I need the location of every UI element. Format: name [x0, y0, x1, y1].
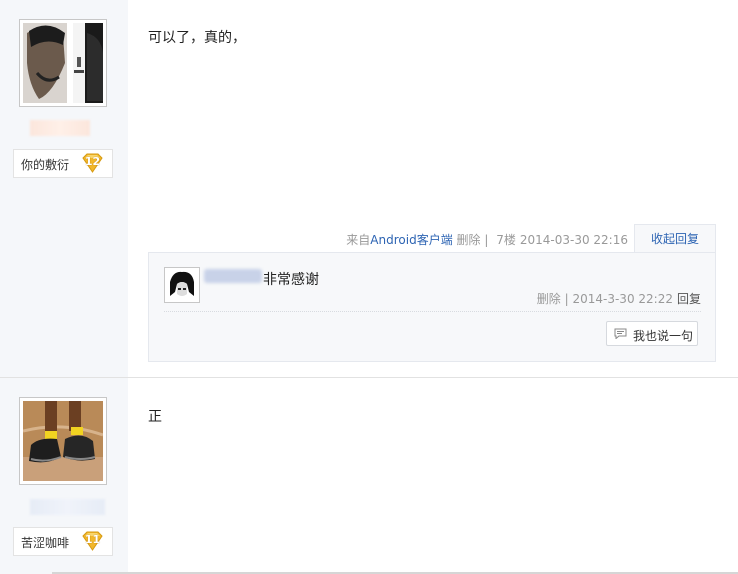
author-name-blurred[interactable] — [30, 120, 90, 136]
reply-box: 非常感谢 删除 | 2014-3-30 22:22 回复 我也说一句 — [148, 252, 716, 362]
avatar-image — [23, 401, 103, 481]
level-number: 11 — [84, 533, 101, 546]
post-tail: 来自Android客户端 删除 | 7楼 2014-03-30 22:16 收起回… — [148, 224, 716, 253]
comment-bubble-icon — [614, 328, 627, 339]
source-prefix: 来自 — [346, 233, 371, 247]
floor-number: 7楼 — [496, 233, 516, 247]
reply-meta: 删除 | 2014-3-30 22:22 回复 — [537, 290, 701, 307]
separator: | — [480, 233, 493, 247]
add-reply-label: 我也说一句 — [633, 329, 694, 343]
badge-name: 你的敷衍 — [21, 158, 70, 172]
member-badge[interactable]: 苦涩咖啡 11 — [13, 527, 113, 556]
reply-username-blurred[interactable] — [204, 269, 262, 283]
author-name-blurred[interactable] — [30, 499, 105, 515]
collapse-replies-button[interactable]: 收起回复 — [634, 224, 716, 253]
author-avatar[interactable] — [19, 19, 107, 107]
client-link[interactable]: Android客户端 — [370, 233, 452, 247]
reply-delete-and-date[interactable]: 删除 | 2014-3-30 22:22 — [537, 292, 673, 306]
author-sidebar: 苦涩咖啡 11 — [0, 378, 128, 574]
add-reply-button[interactable]: 我也说一句 — [606, 321, 698, 346]
reply-avatar[interactable] — [164, 267, 200, 303]
post-meta: 来自Android客户端 删除 | 7楼 2014-03-30 22:16 — [346, 231, 628, 248]
post-8: 苦涩咖啡 11 正 — [0, 377, 738, 574]
post-content: 正 — [148, 409, 162, 425]
badge-name: 苦涩咖啡 — [21, 536, 70, 550]
level-number: 12 — [84, 155, 101, 168]
post-date: 2014-03-30 22:16 — [519, 233, 628, 247]
post-content: 可以了，真的， — [148, 30, 246, 46]
avatar-image — [23, 23, 103, 103]
author-sidebar: 你的敷衍 12 — [0, 0, 128, 377]
level-icon: 12 — [82, 153, 103, 173]
author-avatar[interactable] — [19, 397, 107, 485]
reply-link[interactable]: 回复 — [677, 292, 701, 306]
delete-link[interactable]: 删除 — [457, 233, 481, 247]
level-icon: 11 — [82, 531, 103, 551]
post-7: 你的敷衍 12 可以了，真的， 来自Android客户端 删除 | 7楼 2014… — [0, 0, 738, 377]
reply-content: 非常感谢 — [263, 272, 319, 288]
member-badge[interactable]: 你的敷衍 12 — [13, 149, 113, 178]
reply-avatar-image — [167, 270, 197, 300]
reply-item: 非常感谢 删除 | 2014-3-30 22:22 回复 — [164, 265, 701, 312]
